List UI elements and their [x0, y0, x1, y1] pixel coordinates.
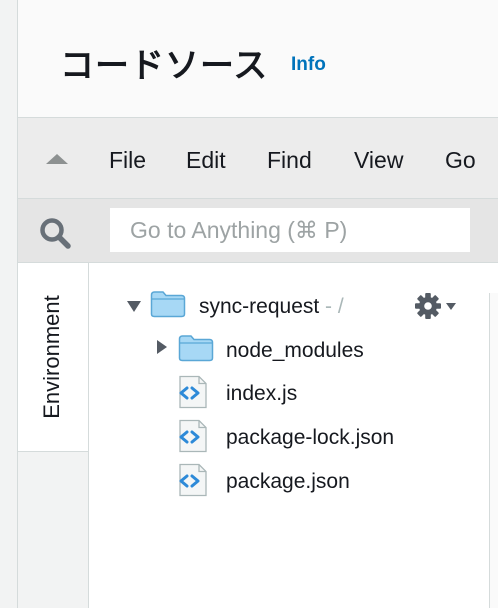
gear-icon[interactable]	[414, 292, 442, 320]
tree-item-index-js[interactable]: index.js	[89, 375, 469, 409]
gear-dropdown-caret-icon[interactable]	[446, 303, 456, 310]
tree-item-package-lock-json[interactable]: package-lock.json	[89, 419, 469, 453]
go-to-anything-input[interactable]	[110, 208, 470, 252]
file-tree: sync-request - / node_modules index.js p…	[89, 263, 498, 608]
tree-item-label: node_modules	[226, 339, 364, 362]
tree-root-row[interactable]: sync-request - /	[89, 290, 469, 322]
menu-item-go[interactable]: Go	[445, 147, 476, 174]
tree-item-label: index.js	[226, 382, 298, 405]
menu-item-find[interactable]: Find	[267, 147, 312, 174]
tree-item-node-modules[interactable]: node_modules	[89, 334, 469, 366]
menu-item-view[interactable]: View	[354, 147, 403, 174]
tree-item-label: package-lock.json	[226, 426, 395, 449]
tab-environment-label: Environment	[39, 295, 64, 419]
root-path-suffix: - /	[319, 295, 344, 318]
menu-item-file[interactable]: File	[109, 147, 146, 174]
editor-edge	[489, 293, 498, 608]
page-title: コードソース	[60, 46, 269, 86]
tree-item-package-json[interactable]: package.json	[89, 463, 469, 497]
info-link[interactable]: Info	[291, 54, 326, 76]
side-tab-strip	[18, 451, 89, 608]
panel-header: コードソース Info	[18, 0, 498, 118]
code-file-icon	[179, 375, 207, 409]
folder-icon	[150, 291, 186, 318]
search-bar	[18, 199, 498, 263]
menu-item-edit[interactable]: Edit	[186, 147, 226, 174]
menu-bar: File Edit Find View Go	[18, 118, 498, 199]
expand-arrow-icon[interactable]	[157, 340, 167, 354]
tree-item-label: package.json	[226, 470, 350, 493]
tree-root-label: sync-request - /	[199, 295, 344, 319]
collapse-menu-icon[interactable]	[46, 154, 68, 164]
search-icon[interactable]	[38, 216, 72, 250]
expand-arrow-icon[interactable]	[127, 301, 141, 312]
left-gutter	[0, 0, 18, 608]
code-file-icon	[179, 419, 207, 453]
root-folder-name: sync-request	[199, 295, 320, 318]
tab-environment[interactable]: Environment	[18, 263, 89, 451]
code-file-icon	[179, 463, 207, 497]
folder-icon	[178, 335, 214, 362]
